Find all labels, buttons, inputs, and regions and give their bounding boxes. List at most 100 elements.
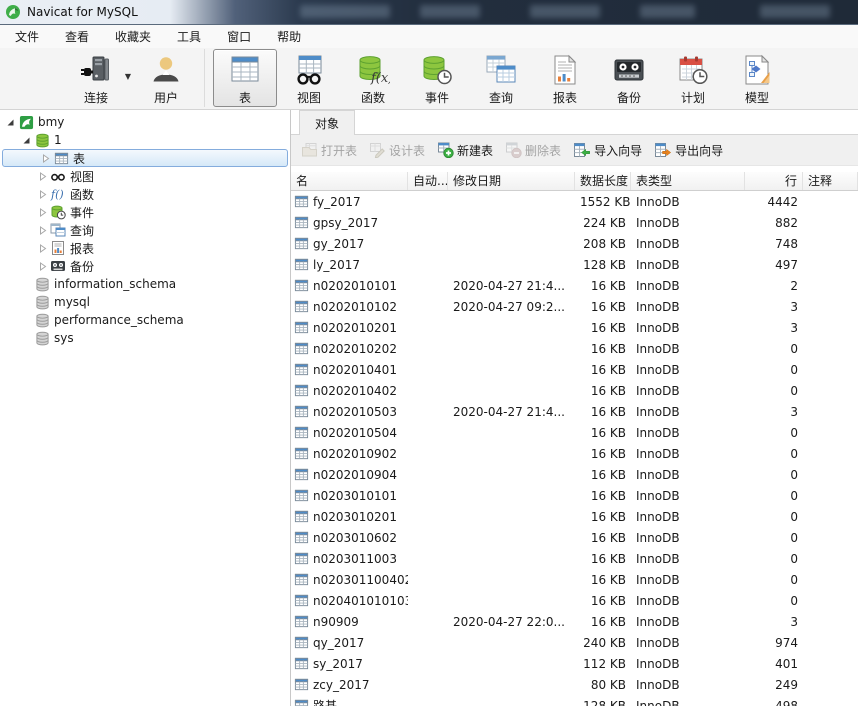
- menu-item-favorites[interactable]: 收藏夹: [102, 25, 164, 48]
- column-header-comment[interactable]: 注释: [803, 172, 858, 190]
- cell-rows: 3: [790, 320, 798, 335]
- toolbar-button-function[interactable]: f(x) 函数: [341, 49, 405, 107]
- table-row[interactable]: qy_2017 240 KB InnoDB 974: [291, 632, 858, 653]
- table-row[interactable]: zcy_2017 80 KB InnoDB 249: [291, 674, 858, 695]
- table-row[interactable]: n020401010103 16 KB InnoDB 0: [291, 590, 858, 611]
- table-row[interactable]: sy_2017 112 KB InnoDB 401: [291, 653, 858, 674]
- table-row[interactable]: n0202010904 16 KB InnoDB 0: [291, 464, 858, 485]
- tree-item-functions[interactable]: f() 函数: [0, 185, 290, 203]
- cell-name: n0202010201: [291, 320, 408, 335]
- column-header-name[interactable]: 名: [291, 172, 408, 190]
- tree-item-db-1[interactable]: 1: [0, 131, 290, 149]
- table-row[interactable]: n0202010902 16 KB InnoDB 0: [291, 443, 858, 464]
- tree-collapsed-arrow-icon[interactable]: [35, 171, 49, 181]
- table-row[interactable]: n020301100402 16 KB InnoDB 0: [291, 569, 858, 590]
- tree-item-backups[interactable]: 备份: [0, 257, 290, 275]
- tree-collapsed-arrow-icon[interactable]: [38, 153, 52, 163]
- tree-item-bmy[interactable]: bmy: [0, 113, 290, 131]
- menu-item-tools[interactable]: 工具: [164, 25, 214, 48]
- toolbar-button-table[interactable]: 表: [213, 49, 277, 107]
- tree-item-mysql[interactable]: mysql: [0, 293, 290, 311]
- tab-objects[interactable]: 对象: [299, 110, 356, 135]
- table-row[interactable]: n0202010402 16 KB InnoDB 0: [291, 380, 858, 401]
- toolbar-button-connection[interactable]: 连接 ▼: [64, 49, 131, 107]
- table-row[interactable]: n0202010201 16 KB InnoDB 3: [291, 317, 858, 338]
- tree-item-reports[interactable]: 报表: [0, 239, 290, 257]
- table-row[interactable]: n90909 2020-04-27 22:0... 16 KB InnoDB 3: [291, 611, 858, 632]
- menu-item-help[interactable]: 帮助: [264, 25, 314, 48]
- cell-data-length: 16 KB: [590, 404, 626, 419]
- tree-expanded-arrow-icon[interactable]: [19, 136, 33, 145]
- menu-item-view[interactable]: 查看: [52, 25, 102, 48]
- tree-collapsed-arrow-icon[interactable]: [35, 225, 49, 235]
- action-new-table[interactable]: 新建表: [432, 140, 498, 161]
- column-header-rows[interactable]: 行: [745, 172, 803, 190]
- database-green-icon: [33, 133, 51, 148]
- column-header-modify-date[interactable]: 修改日期: [448, 172, 575, 190]
- tree-item-events[interactable]: 事件: [0, 203, 290, 221]
- toolbar-button-backup[interactable]: 备份: [597, 49, 661, 107]
- cell-data-length: 16 KB: [590, 509, 626, 524]
- table-row[interactable]: n0203010602 16 KB InnoDB 0: [291, 527, 858, 548]
- tree-item-information-schema[interactable]: information_schema: [0, 275, 290, 293]
- action-label: 打开表: [321, 143, 358, 158]
- table-row[interactable]: n0202010504 16 KB InnoDB 0: [291, 422, 858, 443]
- toolbar-button-schedule[interactable]: 计划: [661, 49, 725, 107]
- tree-item-performance-schema[interactable]: performance_schema: [0, 311, 290, 329]
- toolbar-button-report[interactable]: 报表: [533, 49, 597, 107]
- table-row[interactable]: n0202010102 2020-04-27 09:2... 16 KB InnoDB…: [291, 296, 858, 317]
- toolbar-button-user[interactable]: 用户: [134, 49, 198, 107]
- cell-data-length: 128 KB: [583, 698, 626, 706]
- database-gray-icon: [33, 313, 51, 328]
- tree-collapsed-arrow-icon[interactable]: [35, 243, 49, 253]
- tree-collapsed-arrow-icon[interactable]: [35, 261, 49, 271]
- tree-item-label: 报表: [70, 241, 95, 256]
- table-row[interactable]: gy_2017 208 KB InnoDB 748: [291, 233, 858, 254]
- tree-collapsed-arrow-icon[interactable]: [35, 189, 49, 199]
- action-export-wizard[interactable]: 导出向导: [649, 140, 728, 161]
- cell-data-length: 16 KB: [590, 425, 626, 440]
- tree-item-sys[interactable]: sys: [0, 329, 290, 347]
- svg-text:f(x): f(x): [370, 71, 390, 86]
- tree-expanded-arrow-icon[interactable]: [3, 118, 17, 127]
- tree-item-queries[interactable]: 查询: [0, 221, 290, 239]
- table-grid-icon: [294, 257, 309, 272]
- tree-collapsed-arrow-icon[interactable]: [35, 207, 49, 217]
- table-name: n0202010904: [313, 467, 397, 482]
- connection-dropdown-arrow-icon[interactable]: ▼: [125, 72, 131, 81]
- table-row[interactable]: 路基 128 KB InnoDB 498: [291, 695, 858, 706]
- menu-item-file[interactable]: 文件: [2, 25, 52, 48]
- table-row[interactable]: ly_2017 128 KB InnoDB 497: [291, 254, 858, 275]
- toolbar-button-label: 视图: [296, 91, 321, 105]
- action-import-wizard[interactable]: 导入向导: [568, 140, 647, 161]
- toolbar-button-model[interactable]: 模型: [725, 49, 789, 107]
- cell-rows: 0: [790, 593, 798, 608]
- toolbar-button-query[interactable]: 查询: [469, 49, 533, 107]
- table-row[interactable]: n0203010101 16 KB InnoDB 0: [291, 485, 858, 506]
- tree-item-tables[interactable]: 表: [2, 149, 288, 167]
- table-grid-icon: [294, 698, 309, 706]
- table-row[interactable]: n0202010503 2020-04-27 21:4... 16 KB InnoDB…: [291, 401, 858, 422]
- cell-rows: 0: [790, 488, 798, 503]
- table-row[interactable]: n0203011003 16 KB InnoDB 0: [291, 548, 858, 569]
- toolbar-button-view[interactable]: 视图: [277, 49, 341, 107]
- tree-item-views[interactable]: 视图: [0, 167, 290, 185]
- column-header-auto-increment[interactable]: 自动...: [408, 172, 448, 190]
- table-name: sy_2017: [313, 656, 363, 671]
- cell-engine: InnoDB: [636, 698, 680, 706]
- table-row[interactable]: n0203010201 16 KB InnoDB 0: [291, 506, 858, 527]
- table-name: gpsy_2017: [313, 215, 379, 230]
- table-row[interactable]: fy_2017 1552 KB InnoDB 4442: [291, 191, 858, 212]
- column-header-data-length[interactable]: 数据长度: [575, 172, 631, 190]
- column-header-engine[interactable]: 表类型: [631, 172, 745, 190]
- table-row[interactable]: n0202010101 2020-04-27 21:4... 16 KB InnoDB…: [291, 275, 858, 296]
- table-grid-icon: [294, 299, 309, 314]
- toolbar-button-event[interactable]: 事件: [405, 49, 469, 107]
- table-name: n0202010503: [313, 404, 397, 419]
- table-row[interactable]: n0202010401 16 KB InnoDB 0: [291, 359, 858, 380]
- table-row[interactable]: n0202010202 16 KB InnoDB 0: [291, 338, 858, 359]
- menu-item-window[interactable]: 窗口: [214, 25, 264, 48]
- table-row[interactable]: gpsy_2017 224 KB InnoDB 882: [291, 212, 858, 233]
- design-table-icon: [369, 142, 386, 158]
- tree-item-label: performance_schema: [54, 313, 184, 327]
